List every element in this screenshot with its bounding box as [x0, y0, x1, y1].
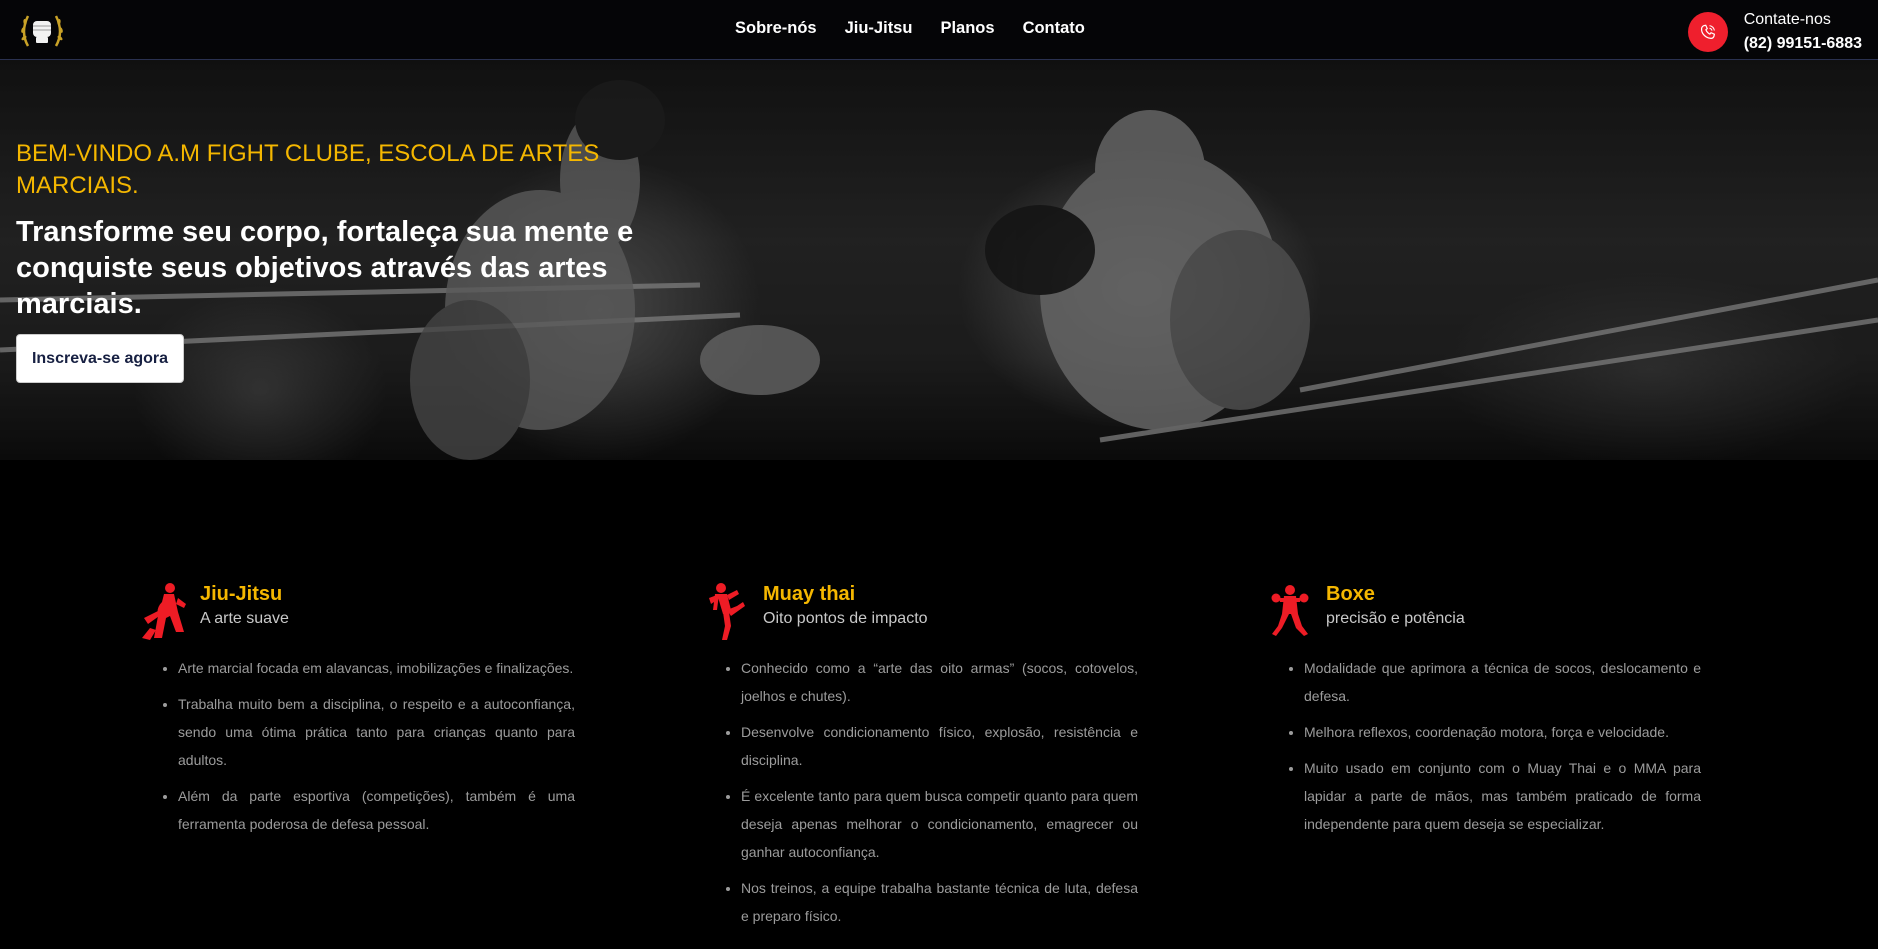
- list-item: É excelente tanto para quem busca compet…: [741, 782, 1138, 866]
- contact-label: Contate-nos: [1743, 11, 1831, 28]
- card-subtitle: A arte suave: [200, 610, 289, 627]
- card-title: Boxe: [1326, 583, 1375, 605]
- card-title: Jiu-Jitsu: [200, 583, 283, 605]
- list-item: Desenvolve condicionamento físico, explo…: [741, 718, 1138, 774]
- card-list: Modalidade que aprimora a técnica de soc…: [1288, 654, 1701, 846]
- card-subtitle: precisão e potência: [1326, 610, 1465, 627]
- hero-banner: BEM-VINDO A.M FIGHT CLUBE, ESCOLA DE ART…: [0, 60, 1878, 460]
- hero-title: Transforme seu corpo, fortaleça sua ment…: [16, 216, 634, 320]
- phone-icon: [1700, 24, 1715, 39]
- nav-planos[interactable]: Planos: [940, 19, 994, 38]
- list-item: Arte marcial focada em alavancas, imobil…: [178, 654, 575, 682]
- card-list: Arte marcial focada em alavancas, imobil…: [162, 654, 575, 846]
- phone-button[interactable]: [1687, 12, 1728, 52]
- list-item: Nos treinos, a equipe trabalha bastante …: [741, 874, 1138, 930]
- contact-text: Contate-nos (82) 99151-6883: [1744, 8, 1862, 56]
- muay-thai-figure-icon: [709, 583, 745, 640]
- site-header: Sobre-nós Jiu-Jitsu Planos Contato Conta…: [0, 0, 1878, 60]
- card-subtitle: Oito pontos de impacto: [763, 610, 928, 627]
- nav-sobre-nos[interactable]: Sobre-nós: [735, 19, 817, 38]
- list-item: Muito usado em conjunto com o Muay Thai …: [1304, 754, 1701, 838]
- card-title: Muay thai: [763, 583, 856, 605]
- contact-phone[interactable]: (82) 99151-6883: [1744, 32, 1862, 56]
- nav-contato[interactable]: Contato: [1023, 19, 1085, 38]
- header-contact[interactable]: Contate-nos (82) 99151-6883: [1687, 8, 1862, 56]
- laurel-fist-logo-icon[interactable]: [18, 8, 66, 52]
- list-item: Além da parte esportiva (competições), t…: [178, 782, 575, 838]
- card-list: Conhecido como a “arte das oito armas” (…: [725, 654, 1138, 938]
- enroll-button[interactable]: Inscreva-se agora: [16, 334, 184, 383]
- list-item: Conhecido como a “arte das oito armas” (…: [741, 654, 1138, 710]
- list-item: Modalidade que aprimora a técnica de soc…: [1304, 654, 1701, 710]
- list-item: Melhora reflexos, coordenação motora, fo…: [1304, 718, 1701, 746]
- list-item: Trabalha muito bem a disciplina, o respe…: [178, 690, 575, 774]
- jiu-jitsu-figure-icon: [142, 583, 186, 640]
- boxer-figure-icon: [1271, 585, 1309, 636]
- nav-jiu-jitsu[interactable]: Jiu-Jitsu: [845, 19, 913, 38]
- main-nav: Sobre-nós Jiu-Jitsu Planos Contato: [735, 0, 1085, 56]
- hero-welcome: BEM-VINDO A.M FIGHT CLUBE, ESCOLA DE ART…: [16, 140, 600, 199]
